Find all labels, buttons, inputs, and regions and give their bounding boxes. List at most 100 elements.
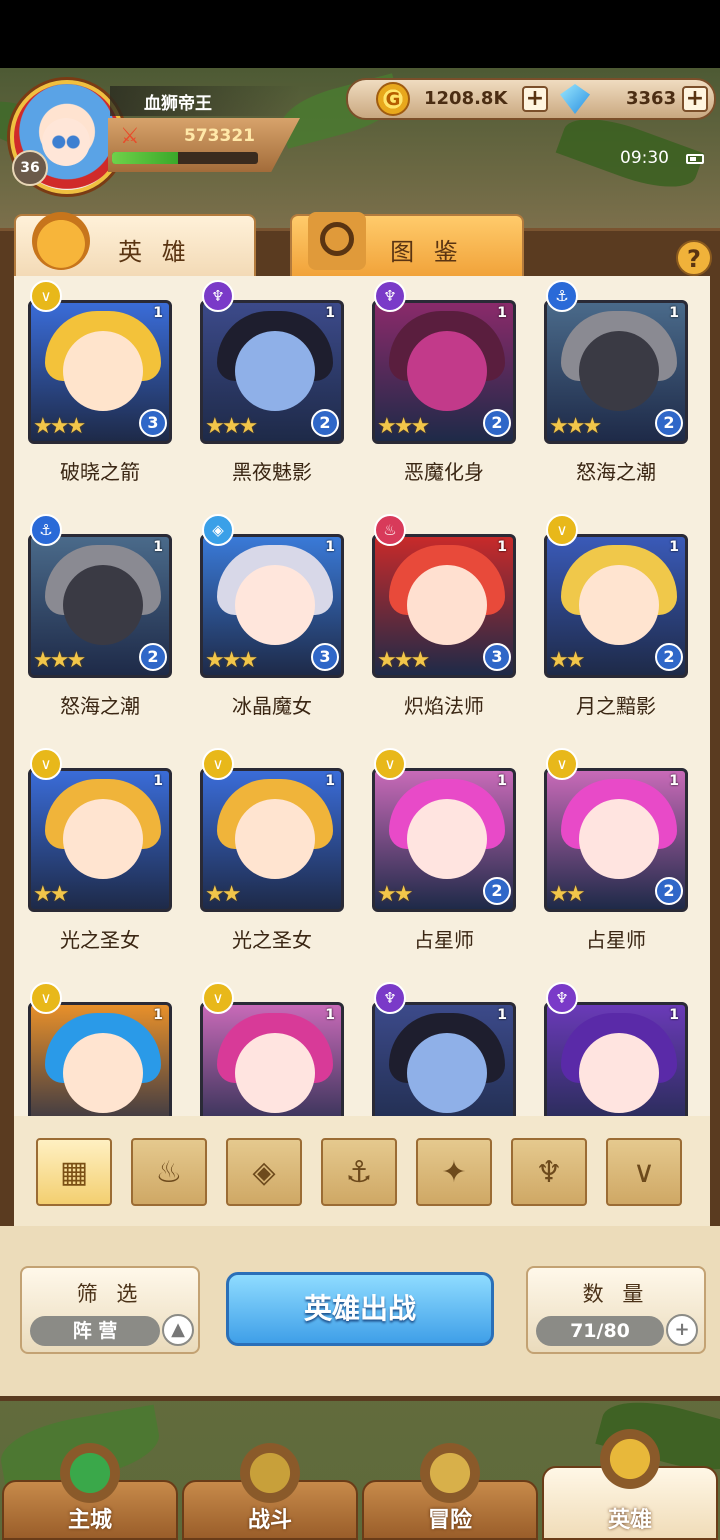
map-icon	[415, 1438, 485, 1508]
dark-faction-icon: ♆	[374, 280, 406, 312]
filter-water-button[interactable]: ⚓	[321, 1138, 397, 1206]
expand-capacity-button[interactable]: +	[666, 1314, 698, 1346]
nav-tab-3[interactable]: 英雄	[542, 1424, 718, 1540]
dark-faction-icon: ♆	[202, 280, 234, 312]
hero-name: 光之圣女	[60, 928, 140, 952]
hero-name: 月之黯影	[576, 694, 656, 718]
hero-name: 破晓之箭	[60, 460, 140, 484]
filter-fire-button[interactable]: ♨	[131, 1138, 207, 1206]
filter-ice-button[interactable]: ◈	[226, 1138, 302, 1206]
hero-face	[235, 331, 315, 411]
hero-portrait: 1 ★★★ 3	[372, 534, 516, 678]
hero-card[interactable]: 1 ♆	[530, 978, 702, 1116]
hero-card[interactable]: 1 ★★ 2 ∨ 占星师	[530, 744, 702, 978]
hero-copy-count: 1	[497, 773, 507, 789]
hero-grid: 1 ★★★ 3 ∨ 破晓之箭 1 ★★★ 2 ♆ 黑夜魅影 1 ★★★ 2 ♆ 恶魔化身 1 ★★★ 2 ⚓ 怒海之潮…	[14, 276, 710, 1116]
hero-portrait: 1 ★★	[200, 768, 344, 912]
crossed-swords-icon: ⚔	[120, 124, 140, 149]
hero-card[interactable]: 1 ★★★ 3 ♨ 炽焰法师	[358, 510, 530, 744]
filter-beast-button[interactable]: ✦	[416, 1138, 492, 1206]
hero-portrait: 1 ★★★ 2	[372, 300, 516, 444]
light-faction-icon: ∨	[374, 748, 406, 780]
player-name: 血狮帝王	[110, 86, 300, 116]
hero-portrait: 1 ★★★ 2	[200, 300, 344, 444]
hero-face	[579, 331, 659, 411]
filter-title: 筛 选	[76, 1282, 144, 1306]
nav-label: 冒险	[427, 1508, 472, 1533]
hero-card[interactable]: 1 ★★ 2 ∨ 占星师	[358, 744, 530, 978]
hero-card[interactable]: 1 ♆	[358, 978, 530, 1116]
hero-copy-count: 1	[669, 305, 679, 321]
filter-dark-button[interactable]: ♆	[511, 1138, 587, 1206]
nav-label: 战斗	[247, 1508, 292, 1533]
hero-card[interactable]: 1 ★★★ 2 ♆ 黑夜魅影	[186, 276, 358, 510]
hero-copy-count: 1	[325, 305, 335, 321]
hero-star-rating: ★★	[205, 882, 241, 907]
hero-card[interactable]: 1 ★★★ 2 ⚓ 怒海之潮	[14, 510, 186, 744]
hero-name: 炽焰法师	[404, 694, 484, 718]
hero-card[interactable]: 1 ★★ ∨ 光之圣女	[14, 744, 186, 978]
hero-portrait: 1 ★★	[28, 768, 172, 912]
deploy-heroes-button[interactable]: 英雄出战	[226, 1272, 494, 1346]
hero-face	[579, 565, 659, 645]
tab-hero-label: 英 雄	[118, 238, 192, 266]
hero-face	[407, 331, 487, 411]
hero-card[interactable]: 1 ★★★ 3 ◈ 冰晶魔女	[186, 510, 358, 744]
ice-faction-icon: ◈	[202, 514, 234, 546]
hero-portrait: 1 ★★★ 2	[28, 534, 172, 678]
nav-tab-1[interactable]: 战斗	[182, 1438, 358, 1540]
hero-card[interactable]: 1 ★★★ 2 ♆ 恶魔化身	[358, 276, 530, 510]
hero-name: 占星师	[414, 928, 474, 952]
hero-rank-badge: 2	[483, 877, 511, 905]
tab-codex[interactable]: 图 鉴	[290, 212, 524, 276]
hero-card[interactable]: 1 ★★ ∨ 光之圣女	[186, 744, 358, 978]
hero-star-rating: ★★	[549, 648, 585, 673]
add-gold-button[interactable]: +	[522, 86, 548, 112]
hero-rank-badge: 2	[483, 409, 511, 437]
hero-rank-badge: 3	[139, 409, 167, 437]
hero-name: 怒海之潮	[576, 460, 656, 484]
faction-filter-row: ▦ ♨ ◈ ⚓ ✦ ♆ ∨	[14, 1116, 710, 1226]
filter-light-button[interactable]: ∨	[606, 1138, 682, 1206]
filter-all-button[interactable]: ▦	[36, 1138, 112, 1206]
filter-value[interactable]: 阵 营	[30, 1316, 160, 1346]
hero-portrait: 1 ★★★ 3	[200, 534, 344, 678]
hero-rank-badge: 3	[483, 643, 511, 671]
hero-card[interactable]: 1 ★★ 2 ∨ 月之黯影	[530, 510, 702, 744]
fire-faction-icon: ♨	[374, 514, 406, 546]
hero-count: 71/80	[536, 1316, 664, 1346]
tab-hero[interactable]: 英 雄	[14, 212, 256, 276]
hero-portrait: 1 ★★ 2	[544, 534, 688, 678]
hero-card[interactable]: 1 ∨	[14, 978, 186, 1116]
chevron-up-icon[interactable]: ▲	[162, 1314, 194, 1346]
hero-face	[235, 1033, 315, 1113]
hero-portrait: 1	[544, 1002, 688, 1116]
hero-rank-badge: 2	[655, 877, 683, 905]
nav-tab-0[interactable]: 主城	[2, 1438, 178, 1540]
count-box: 数 量 71/80 +	[526, 1266, 706, 1354]
hero-rank-badge: 2	[655, 643, 683, 671]
hero-card[interactable]: 1 ★★★ 3 ∨ 破晓之箭	[14, 276, 186, 510]
light-faction-icon: ∨	[202, 982, 234, 1014]
hero-face	[63, 799, 143, 879]
hero-face	[407, 1033, 487, 1113]
light-faction-icon: ∨	[202, 748, 234, 780]
hero-name: 占星师	[586, 928, 646, 952]
nav-tab-2[interactable]: 冒险	[362, 1438, 538, 1540]
hero-face	[235, 799, 315, 879]
gold-value: 1208.8K	[424, 88, 508, 109]
hero-star-rating: ★★★	[33, 414, 86, 439]
hero-card[interactable]: 1 ★★★ 2 ⚓ 怒海之潮	[530, 276, 702, 510]
hero-card[interactable]: 1 ∨	[186, 978, 358, 1116]
hero-face	[63, 1033, 143, 1113]
hero-copy-count: 1	[153, 1007, 163, 1023]
hero-copy-count: 1	[497, 305, 507, 321]
light-faction-icon: ∨	[30, 982, 62, 1014]
hero-rank-badge: 2	[311, 409, 339, 437]
hero-name: 光之圣女	[232, 928, 312, 952]
help-button[interactable]: ?	[676, 240, 712, 276]
hero-copy-count: 1	[153, 305, 163, 321]
castle-icon	[55, 1438, 125, 1508]
hero-name: 黑夜魅影	[232, 460, 312, 484]
add-gems-button[interactable]: +	[682, 86, 708, 112]
